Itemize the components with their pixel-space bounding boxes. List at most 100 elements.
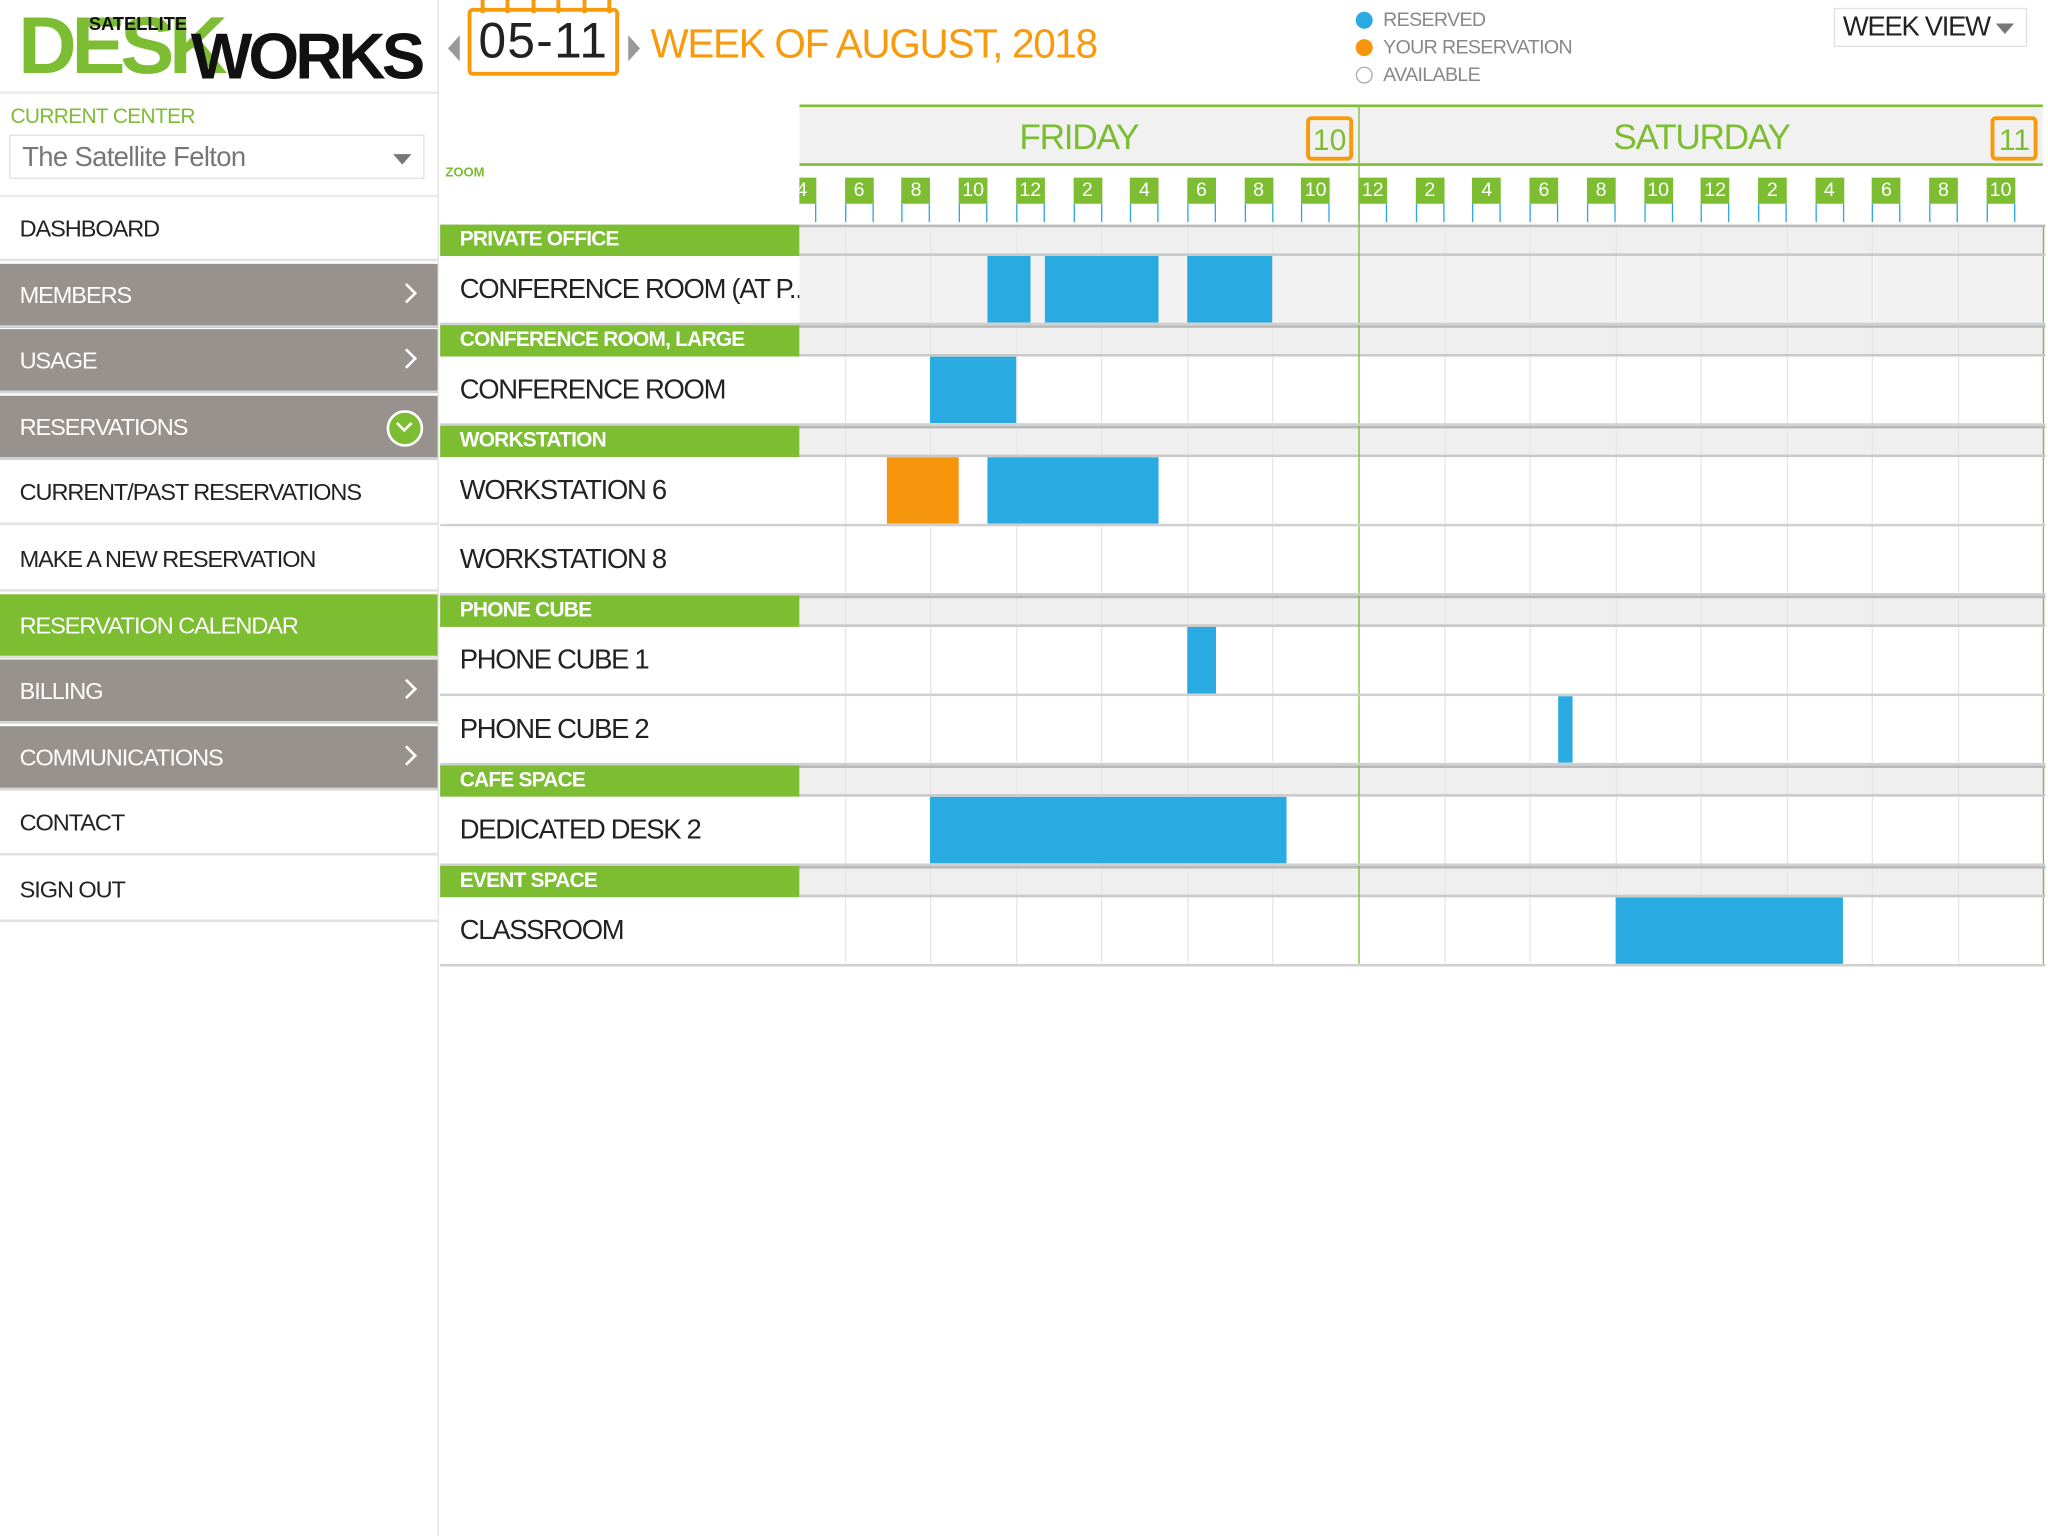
date-range-box[interactable]: 05-11 [467,7,620,76]
your-reservation-block[interactable] [887,457,959,524]
hour-tick-label: 6 [1529,177,1559,204]
hour-tick-mark [958,203,988,223]
nav-item-contact[interactable]: CONTACT [0,792,438,857]
resource-label[interactable]: PHONE CUBE 1 [440,626,800,694]
resource-row: CLASSROOM [440,897,2046,967]
grid-line [1529,428,1531,455]
nav-item-usage[interactable]: USAGE [0,329,438,394]
day-divider [1358,765,1360,797]
logo[interactable]: DESK SATELLITE WORKS [18,5,425,89]
grid-line [1615,356,1617,424]
grid-line [1786,428,1788,455]
nav-item-label: RESERVATION CALENDAR [19,612,299,639]
chevron-right-icon [396,282,418,303]
grid-line [1957,457,1959,524]
grid-line [1187,696,1189,763]
nav-item-billing[interactable]: BILLING [0,659,438,724]
grid-line [1872,598,1874,625]
hour-tick-label: 6 [844,177,874,204]
hour-tick-mark [1586,203,1616,223]
day-divider [1358,457,1360,524]
grid-line [1786,598,1788,625]
grid-line [1443,897,1446,964]
grid-line [1872,327,1874,354]
grid-line [844,428,846,455]
grid-line [1786,626,1788,694]
grid-line [1786,696,1788,763]
reserved-block[interactable] [987,457,1159,524]
hour-tick-label: 2 [1072,177,1102,204]
grid-line [1272,767,1275,795]
nav-item-make-a-new-reservation[interactable]: MAKE A NEW RESERVATION [0,527,438,592]
resource-label[interactable]: CONFERENCE ROOM (AT P... [440,255,800,323]
reserved-block[interactable] [1044,255,1159,323]
hour-tick-label: 4 [799,177,817,204]
reserved-block[interactable] [1615,897,1844,964]
row-background [799,255,2045,323]
grid-line [1015,356,1018,424]
grid-line [1015,696,1018,763]
grid-line [1615,255,1617,323]
nav-item-current-past-reservations[interactable]: CURRENT/PAST RESERVATIONS [0,461,438,526]
previous-week-arrow-icon[interactable] [447,35,460,62]
grid-line [1700,767,1703,795]
chevron-down-circle-icon [386,409,424,447]
grid-line [844,526,846,593]
resource-label[interactable]: CLASSROOM [440,897,800,964]
row-background [799,526,2045,593]
nav-item-members[interactable]: MEMBERS [0,263,438,328]
hour-tick-mark [1358,203,1388,223]
grid-line [1443,227,1446,254]
grid-line [1615,227,1617,254]
grid-line [1443,868,1446,895]
resource-row: WORKSTATION 8 [440,526,2046,596]
hour-tick-mark [799,203,817,223]
resource-label[interactable]: WORKSTATION 8 [440,526,800,593]
current-center-select[interactable]: The Satellite Felton [9,134,425,179]
grid-line [1272,327,1275,354]
grid-line [1615,598,1617,625]
grid-line [1957,428,1959,455]
grid-line [1187,356,1189,424]
grid-line [1700,868,1703,895]
day-divider [1358,865,1360,898]
resource-label[interactable]: DEDICATED DESK 2 [440,796,800,864]
nav-item-label: COMMUNICATIONS [19,744,224,771]
hour-tick-label: 12 [1015,177,1045,204]
grid-line [1872,457,1874,524]
grid-line [1272,526,1275,593]
grid-line [1443,767,1446,795]
day-name: SATURDAY [1613,117,1791,157]
view-select[interactable]: WEEK VIEW [1833,7,2028,48]
reserved-block[interactable] [1558,696,1573,763]
reserved-block[interactable] [1187,626,1216,694]
nav-item-dashboard[interactable]: DASHBOARD [0,197,438,262]
calendar-date-icon[interactable]: 11 [1991,116,2039,161]
resource-label[interactable]: WORKSTATION 6 [440,457,800,524]
grid-line [1529,526,1531,593]
grid-edge [2042,598,2045,625]
nav-item-reservations[interactable]: RESERVATIONS [0,395,438,460]
hour-tick-label: 12 [1358,177,1388,204]
grid-line [1957,767,1959,795]
resource-row: DEDICATED DESK 2 [440,796,2046,866]
resource-label[interactable]: PHONE CUBE 2 [440,696,800,763]
nav-item-reservation-calendar[interactable]: RESERVATION CALENDAR [0,593,438,658]
grid-line [930,255,932,323]
group-header: WORKSTATION [440,425,2046,458]
reserved-block[interactable] [930,796,1288,864]
nav-item-label: CURRENT/PAST RESERVATIONS [19,479,362,506]
next-week-arrow-icon[interactable] [628,35,640,62]
calendar-date-icon[interactable]: 10 [1306,116,1354,161]
divider [0,91,438,95]
resource-label[interactable]: CONFERENCE ROOM [440,356,800,424]
grid-line [1529,897,1531,964]
nav-item-sign-out[interactable]: SIGN OUT [0,858,438,923]
reserved-block[interactable] [987,255,1031,323]
nav-item-communications[interactable]: COMMUNICATIONS [0,725,438,790]
zoom-label[interactable]: ZOOM [445,166,484,180]
reserved-block[interactable] [1187,255,1273,323]
reserved-block[interactable] [930,356,1016,424]
grid-line [844,457,846,524]
grid-line [1786,868,1788,895]
